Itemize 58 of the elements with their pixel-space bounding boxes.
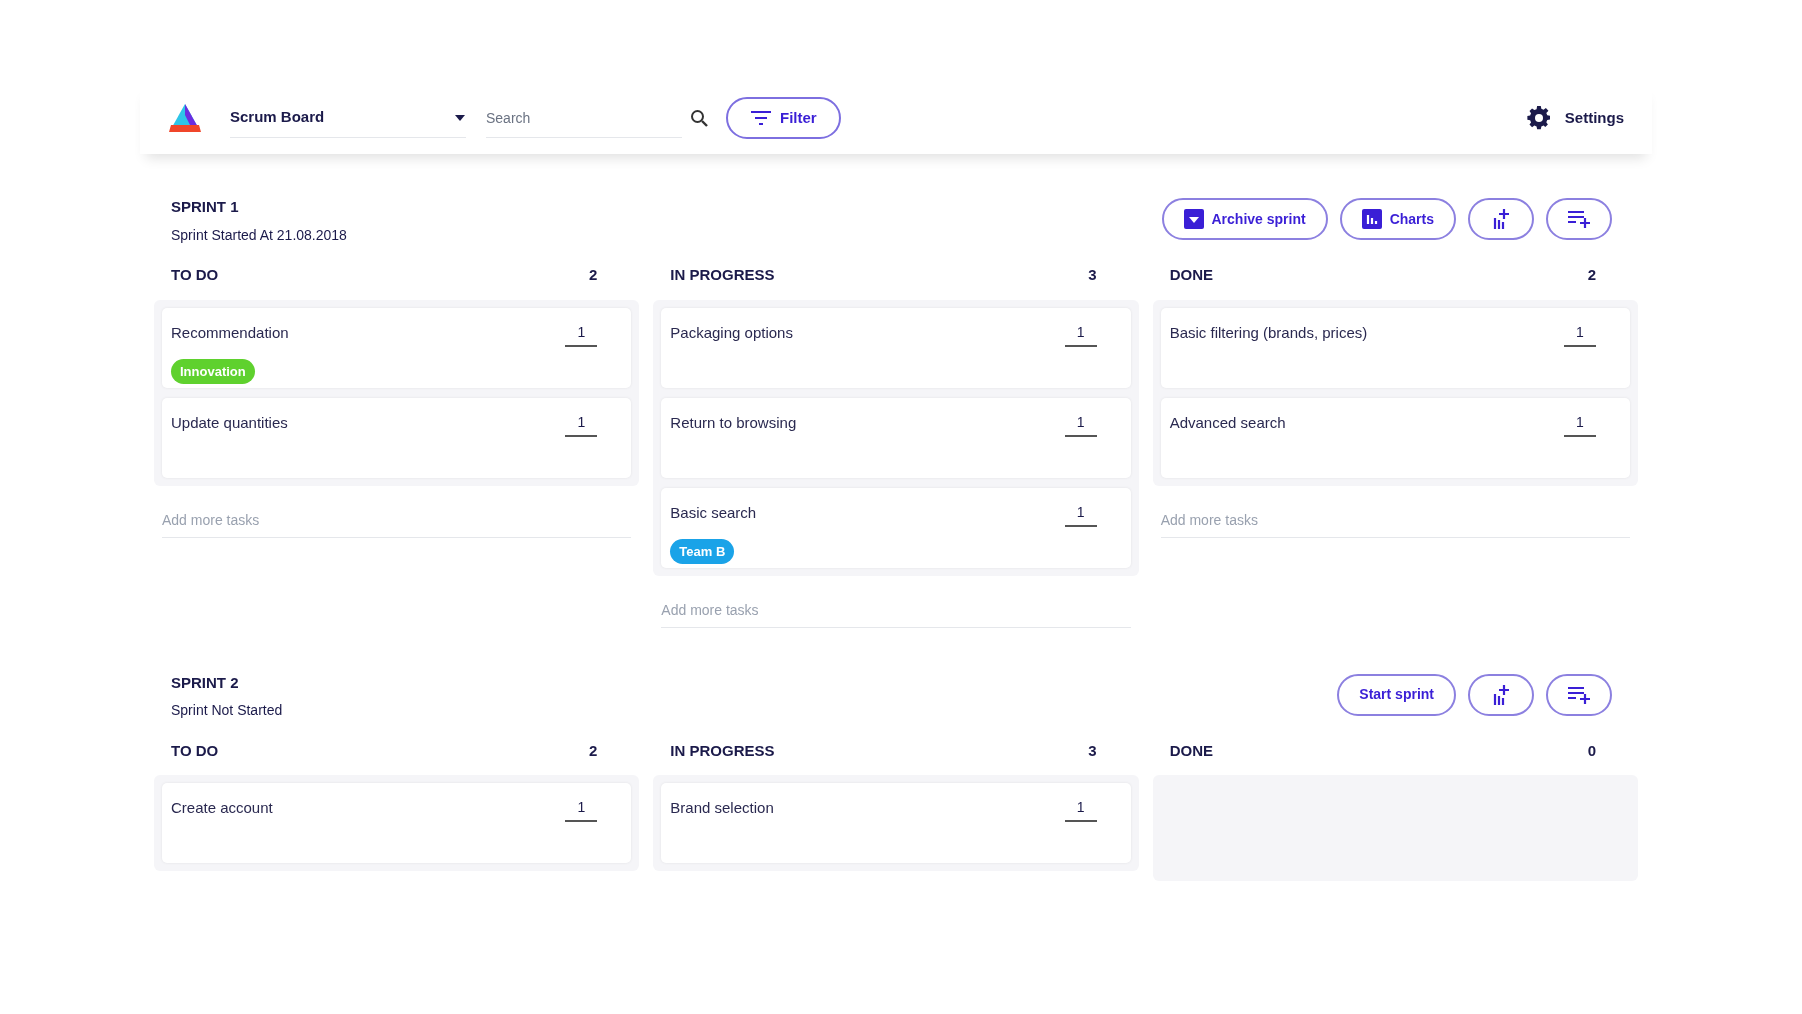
tag: Innovation	[171, 358, 255, 384]
add-task-button[interactable]	[1546, 673, 1612, 716]
column-title: DONE	[1169, 740, 1213, 761]
task-count: 3	[1088, 265, 1097, 286]
sprint-status: Sprint Not Started	[171, 701, 283, 720]
settings-button[interactable]: Settings	[1526, 106, 1624, 130]
search-icon	[690, 109, 708, 127]
task-title: Create account	[171, 798, 273, 818]
add-column-button[interactable]	[1468, 673, 1534, 716]
logo-icon	[168, 103, 202, 133]
story-points: 1	[1064, 797, 1097, 822]
sprint-title: SPRINT 2	[171, 672, 240, 693]
task-count: 2	[589, 740, 598, 761]
task-title: Advanced search	[1169, 412, 1286, 433]
story-points: 1	[1564, 411, 1596, 437]
story-points: 1	[1564, 321, 1596, 347]
add-column-icon	[1491, 683, 1511, 706]
add-task-button[interactable]	[1546, 198, 1612, 240]
task-title: Basic search	[670, 502, 757, 523]
story-points: 1	[1064, 501, 1097, 527]
story-points: 1	[565, 797, 598, 822]
story-points: 1	[1064, 321, 1097, 347]
filter-icon	[750, 110, 772, 126]
column-title: DONE	[1169, 265, 1213, 286]
sprint-title: SPRINT 1	[171, 197, 240, 217]
task-count: 3	[1088, 740, 1097, 761]
task-count: 0	[1587, 740, 1596, 761]
sprint-status: Sprint Started At 21.08.2018	[171, 225, 347, 245]
task-title: Basic filtering (brands, prices)	[1169, 322, 1368, 343]
start-sprint-button[interactable]: Start sprint	[1337, 673, 1456, 716]
column-title: TO DO	[171, 740, 219, 761]
archive-icon	[1183, 209, 1204, 229]
story-points: 1	[565, 321, 598, 347]
story-points: 1	[1064, 411, 1097, 437]
task-title: Brand selection	[670, 798, 774, 818]
add-list-icon	[1567, 210, 1591, 228]
column-title: TO DO	[171, 265, 219, 286]
task-title: Packaging options	[670, 322, 793, 343]
bar-chart-icon	[1361, 209, 1382, 229]
archive-sprint-button[interactable]: Archive sprint	[1161, 198, 1328, 240]
task-title: Recommendation	[171, 322, 289, 343]
task-count: 2	[1587, 265, 1596, 286]
charts-button[interactable]: Charts	[1339, 198, 1456, 240]
add-column-icon	[1491, 208, 1511, 230]
add-column-button[interactable]	[1468, 198, 1534, 240]
settings-icon	[1526, 106, 1551, 130]
caret-icon	[454, 113, 466, 122]
column-title: IN PROGRESS	[670, 265, 775, 286]
task-count: 2	[589, 265, 598, 286]
task-title: Update quantities	[171, 412, 288, 433]
tag: Team B	[670, 538, 735, 564]
story-points: 1	[565, 411, 598, 437]
filter-button[interactable]: Filter	[726, 97, 841, 139]
search-field[interactable]: Search	[486, 98, 682, 138]
column-title: IN PROGRESS	[670, 740, 775, 761]
task-title: Return to browsing	[670, 412, 797, 433]
board-dropdown[interactable]: Scrum Board	[230, 98, 466, 138]
add-list-icon	[1567, 685, 1591, 704]
